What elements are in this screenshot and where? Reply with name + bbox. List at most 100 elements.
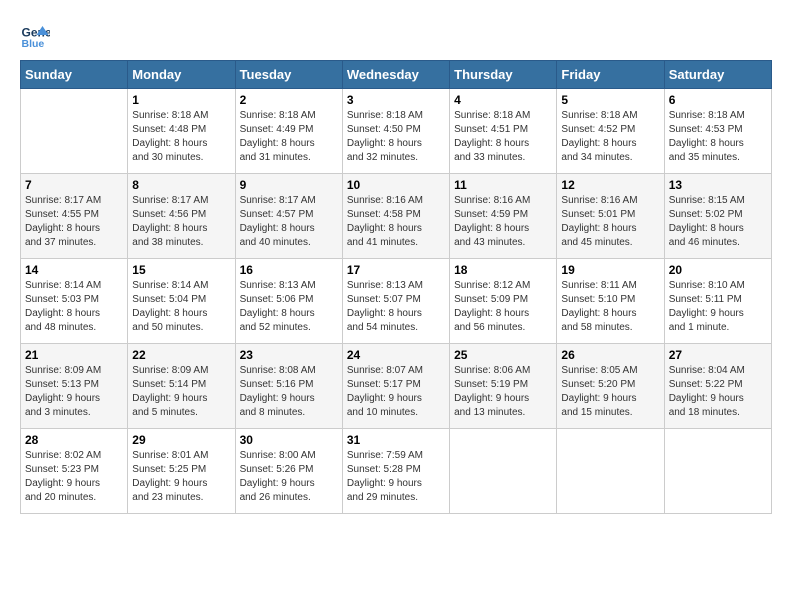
header-cell-monday: Monday [128,61,235,89]
day-info: Sunrise: 8:16 AM Sunset: 4:58 PM Dayligh… [347,194,445,250]
day-cell: 20 Sunrise: 8:10 AM Sunset: 5:11 PM Dayli… [664,259,771,344]
day-info: Sunrise: 8:09 AM Sunset: 5:14 PM Dayligh… [132,364,230,420]
day-info: Sunrise: 8:16 AM Sunset: 4:59 PM Dayligh… [454,194,552,250]
day-info: Sunrise: 8:14 AM Sunset: 5:04 PM Dayligh… [132,279,230,335]
day-number: 19 [561,263,659,277]
day-cell: 29 Sunrise: 8:01 AM Sunset: 5:25 PM Dayli… [128,429,235,514]
day-number: 30 [240,433,338,447]
day-info: Sunrise: 8:07 AM Sunset: 5:17 PM Dayligh… [347,364,445,420]
day-cell: 19 Sunrise: 8:11 AM Sunset: 5:10 PM Dayli… [557,259,664,344]
day-cell: 9 Sunrise: 8:17 AM Sunset: 4:57 PM Daylig… [235,174,342,259]
day-info: Sunrise: 8:09 AM Sunset: 5:13 PM Dayligh… [25,364,123,420]
day-info: Sunrise: 8:17 AM Sunset: 4:57 PM Dayligh… [240,194,338,250]
day-number: 18 [454,263,552,277]
day-cell: 7 Sunrise: 8:17 AM Sunset: 4:55 PM Daylig… [21,174,128,259]
day-number: 2 [240,93,338,107]
day-cell: 27 Sunrise: 8:04 AM Sunset: 5:22 PM Dayli… [664,344,771,429]
day-cell: 18 Sunrise: 8:12 AM Sunset: 5:09 PM Dayli… [450,259,557,344]
day-info: Sunrise: 8:15 AM Sunset: 5:02 PM Dayligh… [669,194,767,250]
svg-text:Blue: Blue [22,38,45,50]
logo: General Blue [20,20,54,50]
logo-icon: General Blue [20,20,50,50]
day-number: 25 [454,348,552,362]
header-cell-thursday: Thursday [450,61,557,89]
week-row-4: 21Sunrise: 8:09 AM Sunset: 5:13 PM Dayli… [21,344,772,429]
day-cell: 14 Sunrise: 8:14 AM Sunset: 5:03 PM Dayli… [21,259,128,344]
day-number: 6 [669,93,767,107]
day-info: Sunrise: 8:12 AM Sunset: 5:09 PM Dayligh… [454,279,552,335]
day-number: 11 [454,178,552,192]
day-info: Sunrise: 8:18 AM Sunset: 4:52 PM Dayligh… [561,109,659,165]
day-number: 22 [132,348,230,362]
day-info: Sunrise: 8:18 AM Sunset: 4:51 PM Dayligh… [454,109,552,165]
day-cell: 16 Sunrise: 8:13 AM Sunset: 5:06 PM Dayli… [235,259,342,344]
day-number: 23 [240,348,338,362]
header-cell-wednesday: Wednesday [342,61,449,89]
day-cell [21,89,128,174]
day-info: Sunrise: 8:16 AM Sunset: 5:01 PM Dayligh… [561,194,659,250]
day-number: 14 [25,263,123,277]
week-row-5: 28 Sunrise: 8:02 AM Sunset: 5:23 PM Dayli… [21,429,772,514]
day-info: Sunrise: 8:14 AM Sunset: 5:03 PM Dayligh… [25,279,123,335]
header-cell-sunday: Sunday [21,61,128,89]
day-cell: 22 Sunrise: 8:09 AM Sunset: 5:14 PM Dayli… [128,344,235,429]
day-cell [557,429,664,514]
day-info: Sunrise: 7:59 AM Sunset: 5:28 PM Dayligh… [347,449,445,505]
day-number: 24 [347,348,445,362]
day-cell: 25 Sunrise: 8:06 AM Sunset: 5:19 PM Dayli… [450,344,557,429]
day-number: 27 [669,348,767,362]
header-cell-friday: Friday [557,61,664,89]
header-cell-tuesday: Tuesday [235,61,342,89]
day-cell [664,429,771,514]
header-cell-saturday: Saturday [664,61,771,89]
day-cell: 24 Sunrise: 8:07 AM Sunset: 5:17 PM Dayli… [342,344,449,429]
day-number: 12 [561,178,659,192]
week-row-2: 7 Sunrise: 8:17 AM Sunset: 4:55 PM Daylig… [21,174,772,259]
day-number: 5 [561,93,659,107]
day-info: Sunrise: 8:05 AM Sunset: 5:20 PM Dayligh… [561,364,659,420]
day-info: Sunrise: 8:18 AM Sunset: 4:49 PM Dayligh… [240,109,338,165]
day-number: 7 [25,178,123,192]
day-info: Sunrise: 8:17 AM Sunset: 4:56 PM Dayligh… [132,194,230,250]
day-info: Sunrise: 8:13 AM Sunset: 5:07 PM Dayligh… [347,279,445,335]
day-info: Sunrise: 8:17 AM Sunset: 4:55 PM Dayligh… [25,194,123,250]
calendar-table: SundayMondayTuesdayWednesdayThursdayFrid… [20,60,772,514]
day-number: 16 [240,263,338,277]
day-cell: 3Sunrise: 8:18 AM Sunset: 4:50 PM Daylig… [342,89,449,174]
day-info: Sunrise: 8:06 AM Sunset: 5:19 PM Dayligh… [454,364,552,420]
calendar-body: 1 Sunrise: 8:18 AM Sunset: 4:48 PM Daylig… [21,89,772,514]
day-number: 26 [561,348,659,362]
day-number: 9 [240,178,338,192]
day-cell: 30Sunrise: 8:00 AM Sunset: 5:26 PM Dayli… [235,429,342,514]
day-cell [450,429,557,514]
day-cell: 6Sunrise: 8:18 AM Sunset: 4:53 PM Daylig… [664,89,771,174]
day-number: 31 [347,433,445,447]
day-cell: 8Sunrise: 8:17 AM Sunset: 4:56 PM Daylig… [128,174,235,259]
day-info: Sunrise: 8:13 AM Sunset: 5:06 PM Dayligh… [240,279,338,335]
day-info: Sunrise: 8:10 AM Sunset: 5:11 PM Dayligh… [669,279,767,335]
day-cell: 15Sunrise: 8:14 AM Sunset: 5:04 PM Dayli… [128,259,235,344]
day-cell: 1 Sunrise: 8:18 AM Sunset: 4:48 PM Daylig… [128,89,235,174]
day-number: 4 [454,93,552,107]
day-cell: 17Sunrise: 8:13 AM Sunset: 5:07 PM Dayli… [342,259,449,344]
day-cell: 2 Sunrise: 8:18 AM Sunset: 4:49 PM Daylig… [235,89,342,174]
day-number: 29 [132,433,230,447]
header-row: SundayMondayTuesdayWednesdayThursdayFrid… [21,61,772,89]
day-info: Sunrise: 8:01 AM Sunset: 5:25 PM Dayligh… [132,449,230,505]
day-cell: 10 Sunrise: 8:16 AM Sunset: 4:58 PM Dayli… [342,174,449,259]
day-info: Sunrise: 8:11 AM Sunset: 5:10 PM Dayligh… [561,279,659,335]
day-cell: 23 Sunrise: 8:08 AM Sunset: 5:16 PM Dayli… [235,344,342,429]
day-info: Sunrise: 8:18 AM Sunset: 4:50 PM Dayligh… [347,109,445,165]
day-cell: 5 Sunrise: 8:18 AM Sunset: 4:52 PM Daylig… [557,89,664,174]
day-number: 10 [347,178,445,192]
day-info: Sunrise: 8:18 AM Sunset: 4:48 PM Dayligh… [132,109,230,165]
day-number: 28 [25,433,123,447]
week-row-3: 14 Sunrise: 8:14 AM Sunset: 5:03 PM Dayli… [21,259,772,344]
day-cell: 4 Sunrise: 8:18 AM Sunset: 4:51 PM Daylig… [450,89,557,174]
calendar-header: SundayMondayTuesdayWednesdayThursdayFrid… [21,61,772,89]
day-number: 1 [132,93,230,107]
day-info: Sunrise: 8:02 AM Sunset: 5:23 PM Dayligh… [25,449,123,505]
day-number: 20 [669,263,767,277]
day-info: Sunrise: 8:08 AM Sunset: 5:16 PM Dayligh… [240,364,338,420]
day-info: Sunrise: 8:04 AM Sunset: 5:22 PM Dayligh… [669,364,767,420]
